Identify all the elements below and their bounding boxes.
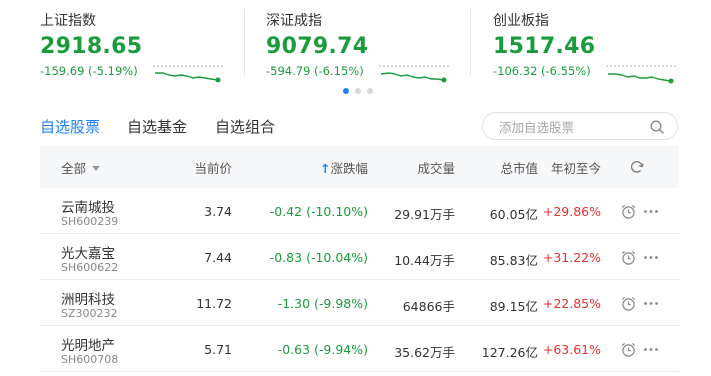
index-card-sse[interactable]: 上证指数 2918.65 -159.69 (-5.19%) <box>40 8 230 83</box>
table-row[interactable]: 洲明科技 SZ300232 11.72 -1.30 (-9.98%) 64866… <box>40 280 679 326</box>
alarm-clock-icon[interactable] <box>620 295 637 312</box>
search-input[interactable] <box>499 118 649 136</box>
stock-ytd: +29.86% <box>542 204 601 219</box>
header-ytd[interactable]: 年初至今 <box>531 158 601 177</box>
index-sparkline <box>379 65 451 83</box>
refresh-icon[interactable] <box>629 159 645 175</box>
table-row[interactable]: 光明地产 SH600708 5.71 -0.63 (-9.94%) 35.62万… <box>40 326 679 372</box>
tab-funds[interactable]: 自选基金 <box>127 116 187 137</box>
tab-stocks[interactable]: 自选股票 <box>40 116 100 137</box>
header-market-cap[interactable]: 总市值 <box>478 158 538 177</box>
stock-code: SH600622 <box>61 261 119 274</box>
stock-code: SZ300232 <box>61 307 118 320</box>
stock-name[interactable]: 光明地产 <box>61 334 115 354</box>
stock-change: -0.63 (-9.94%) <box>277 342 368 357</box>
stock-volume: 64866手 <box>402 299 455 314</box>
divider <box>470 10 471 76</box>
stock-ytd: +31.22% <box>542 250 601 265</box>
index-change: -106.32 (-6.55%) <box>493 64 591 78</box>
stock-ytd: +22.85% <box>542 296 601 311</box>
header-change-label: 涨跌幅 <box>330 161 368 176</box>
index-sparkline <box>153 65 225 83</box>
sort-arrow-icon: ↑ <box>320 161 331 176</box>
stock-name[interactable]: 光大嘉宝 <box>61 242 115 262</box>
carousel-dot[interactable] <box>343 88 349 94</box>
stock-volume: 29.91万手 <box>394 207 455 222</box>
header-price[interactable]: 当前价 <box>172 158 232 177</box>
table-row[interactable]: 云南城投 SH600239 3.74 -0.42 (-10.10%) 29.91… <box>40 188 679 234</box>
stock-code: SH600239 <box>61 215 119 228</box>
index-sparkline <box>606 65 678 84</box>
watchlist-table: 全部 当前价 ↑涨跌幅 成交量 总市值 年初至今 云南城投 SH600239 3… <box>40 146 679 376</box>
index-value: 9079.74 <box>266 34 369 59</box>
index-name: 创业板指 <box>493 13 549 29</box>
index-card-szse[interactable]: 深证成指 9079.74 -594.79 (-6.15%) <box>266 8 456 83</box>
more-options-icon[interactable] <box>643 341 659 358</box>
alarm-clock-icon[interactable] <box>620 249 637 266</box>
index-card-chinext[interactable]: 创业板指 1517.46 -106.32 (-6.55%) <box>493 8 683 84</box>
stock-change: -1.30 (-9.98%) <box>277 296 368 311</box>
index-change: -594.79 (-6.15%) <box>266 64 364 78</box>
more-options-icon[interactable] <box>643 203 659 220</box>
index-name: 上证指数 <box>40 13 96 29</box>
search-icon[interactable] <box>649 119 665 135</box>
stock-ytd: +63.61% <box>542 342 601 357</box>
header-change[interactable]: ↑涨跌幅 <box>298 158 368 177</box>
index-value: 2918.65 <box>40 34 143 59</box>
index-name: 深证成指 <box>266 13 322 29</box>
alarm-clock-icon[interactable] <box>620 341 637 358</box>
chevron-down-icon <box>92 166 101 171</box>
stock-name[interactable]: 洲明科技 <box>61 288 115 308</box>
stock-name[interactable]: 云南城投 <box>61 196 115 216</box>
index-value: 1517.46 <box>493 34 596 59</box>
stock-change: -0.42 (-10.10%) <box>269 204 368 219</box>
table-header: 全部 当前价 ↑涨跌幅 成交量 总市值 年初至今 <box>40 146 679 188</box>
header-volume[interactable]: 成交量 <box>395 158 455 177</box>
header-all-label: 全部 <box>61 161 87 176</box>
index-change: -159.69 (-5.19%) <box>40 64 138 78</box>
carousel-dot[interactable] <box>355 88 361 94</box>
carousel-dot[interactable] <box>367 88 373 94</box>
divider <box>244 10 245 76</box>
table-row[interactable]: 光大嘉宝 SH600622 7.44 -0.83 (-10.04%) 10.44… <box>40 234 679 280</box>
more-options-icon[interactable] <box>643 249 659 266</box>
index-carousel: 上证指数 2918.65 -159.69 (-5.19%) 深证成指 9079.… <box>0 0 711 96</box>
search-box <box>482 112 678 140</box>
more-options-icon[interactable] <box>643 295 659 312</box>
alarm-clock-icon[interactable] <box>620 203 637 220</box>
stock-volume: 35.62万手 <box>394 345 455 360</box>
tab-portfolios[interactable]: 自选组合 <box>215 116 275 137</box>
stock-code: SH600708 <box>61 353 119 366</box>
filter-all-dropdown[interactable]: 全部 <box>61 158 101 177</box>
stock-volume: 10.44万手 <box>394 253 455 268</box>
stock-change: -0.83 (-10.04%) <box>269 250 368 265</box>
